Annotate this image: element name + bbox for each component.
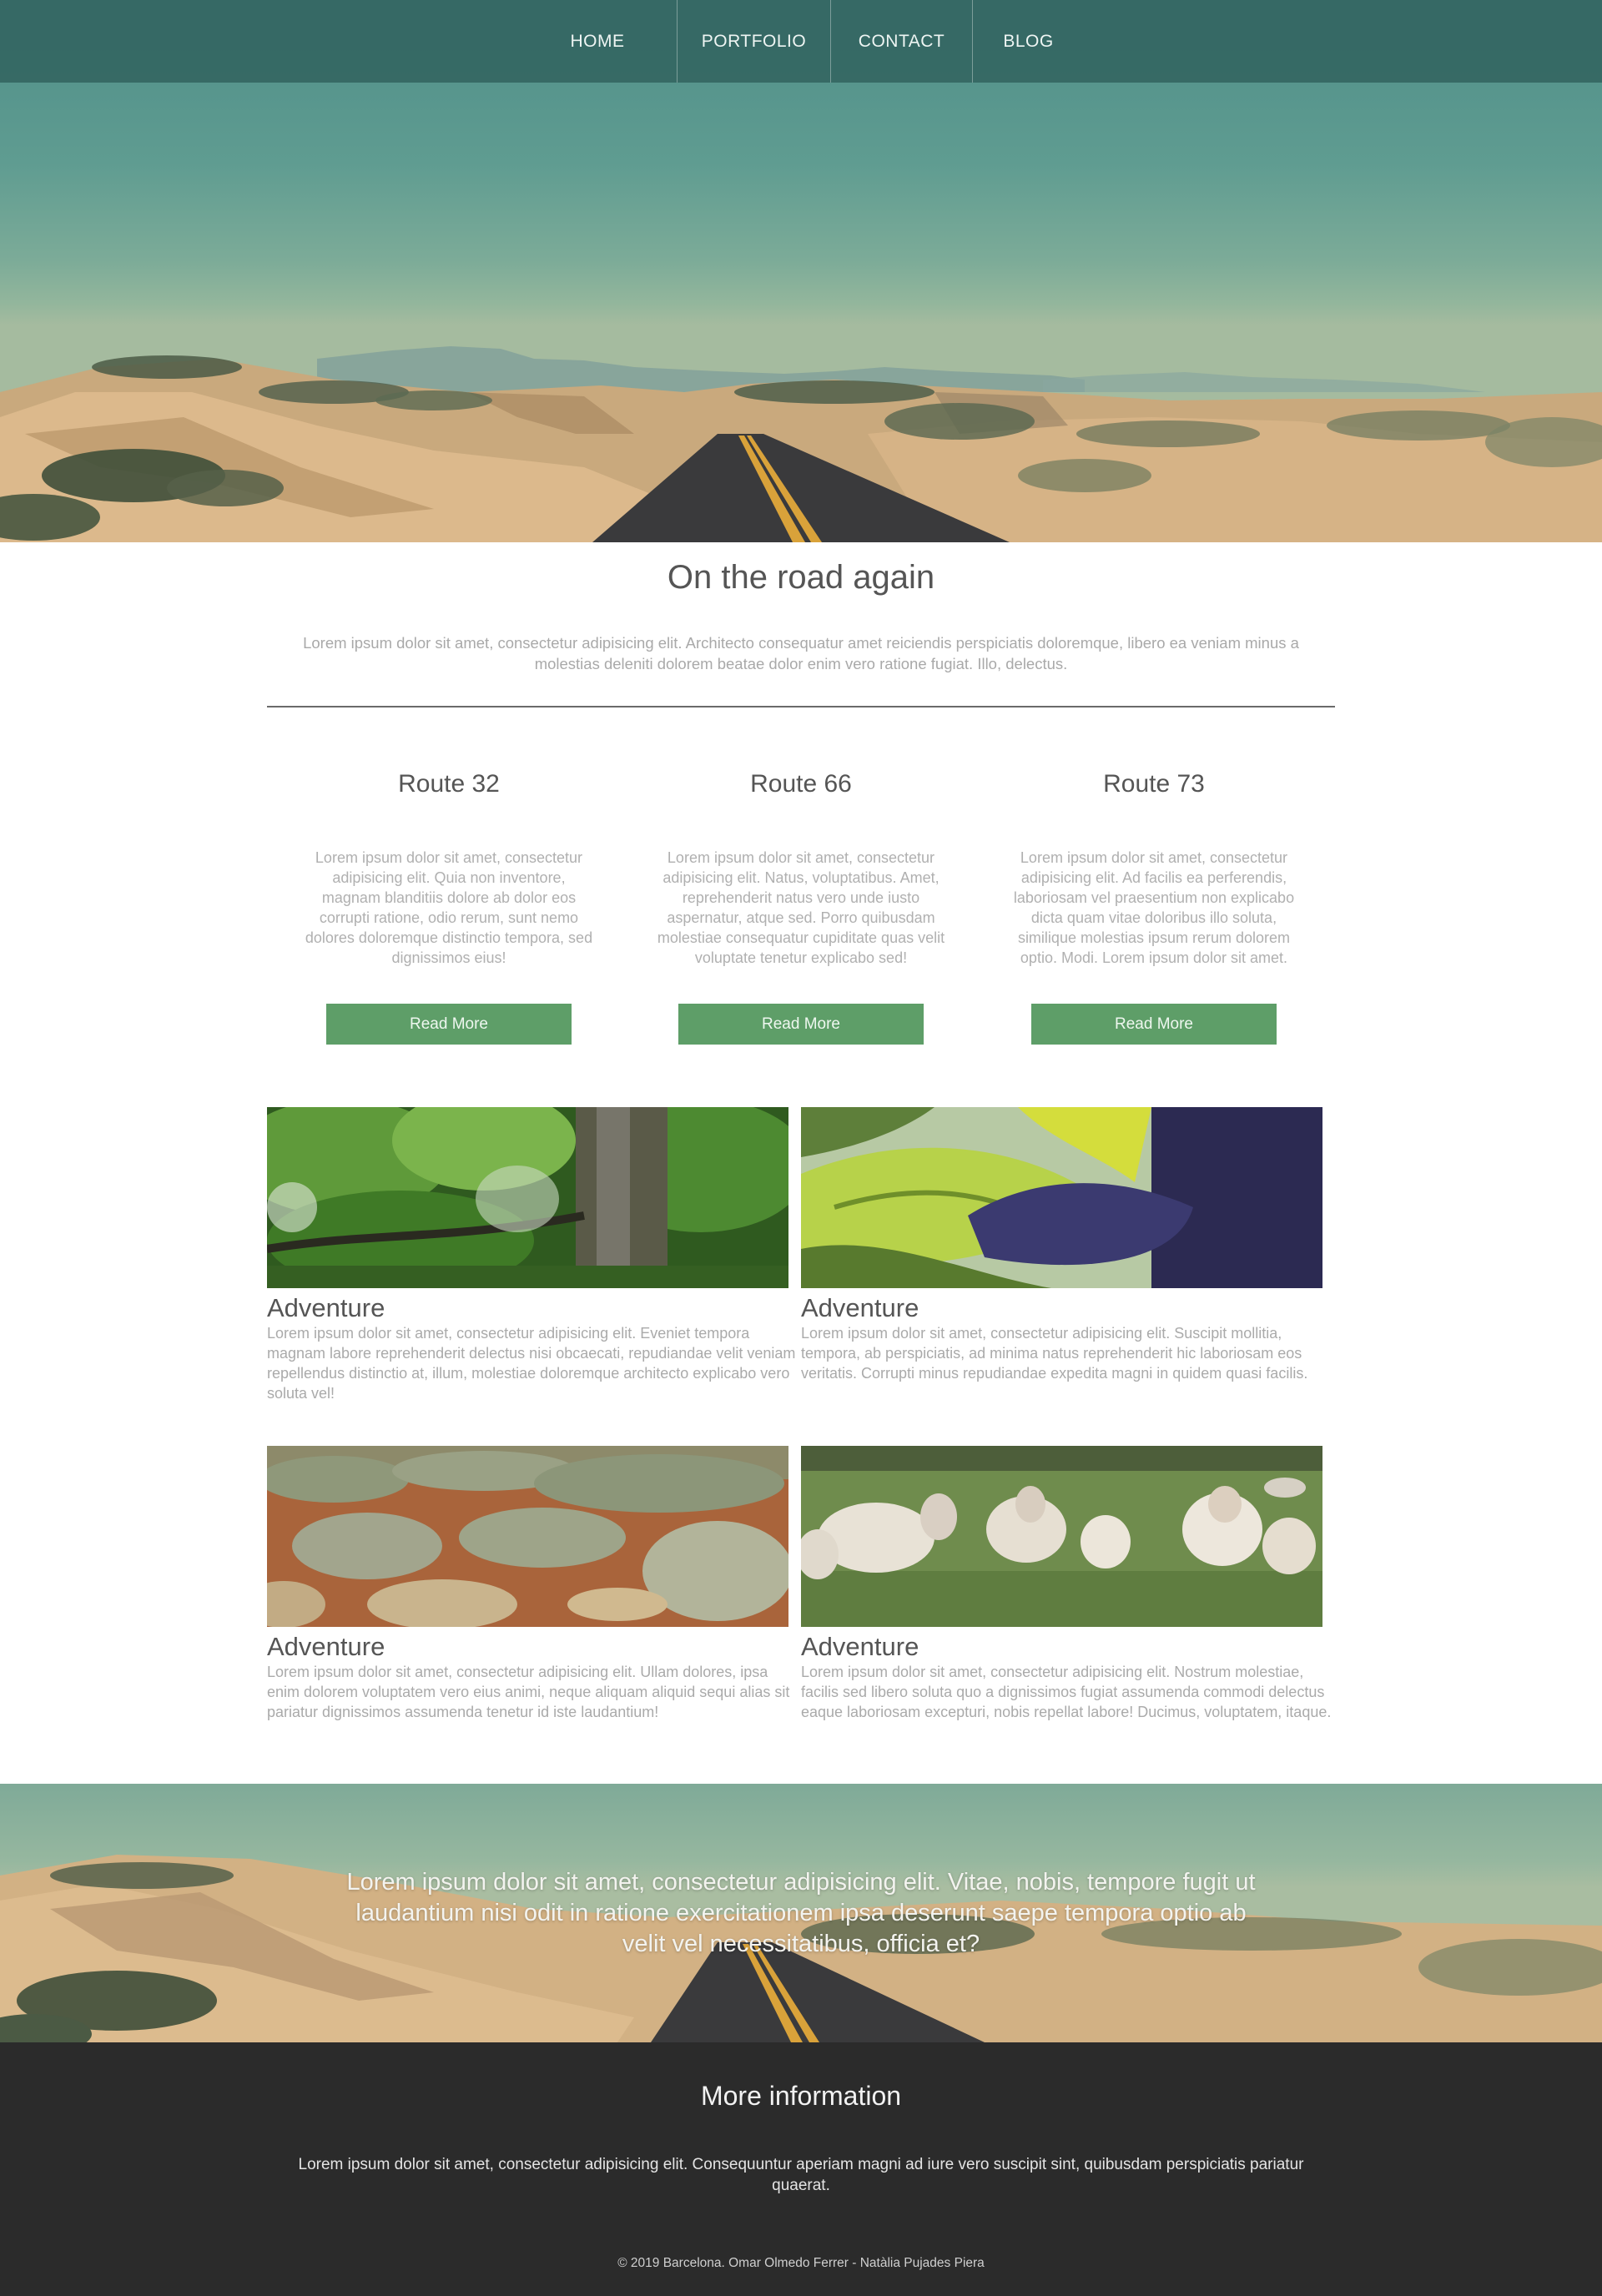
sheep-in-field-photo [801,1446,1322,1627]
intro-paragraph: Lorem ipsum dolor sit amet, consectetur … [303,634,1299,672]
footer-text: Lorem ipsum dolor sit amet, consectetur … [298,2156,1304,2194]
card-description: Lorem ipsum dolor sit amet, consectetur … [801,1664,1332,1720]
nav-contact-link[interactable]: CONTACT [830,0,972,83]
nav-blog-link[interactable]: BLOG [972,0,1084,83]
route-column-32: Route 32 Lorem ipsum dolor sit amet, con… [299,768,599,968]
section-divider [267,706,1335,707]
route-title: Route 32 [398,770,500,798]
footer: More information Lorem ipsum dolor sit a… [0,2042,1602,2296]
card-title: Adventure [801,1293,919,1322]
quote-banner: Lorem ipsum dolor sit amet, consectetur … [0,1784,1602,2042]
forest-trees-photo [267,1107,788,1288]
gallery-card: Adventure Lorem ipsum dolor sit amet, co… [801,1446,1335,1722]
card-description: Lorem ipsum dolor sit amet, consectetur … [267,1325,796,1402]
hero-image: HOME PORTFOLIO CONTACT BLOG [0,0,1602,542]
route-title: Route 73 [1103,770,1205,798]
card-title: Adventure [267,1293,385,1322]
gallery-card: Adventure Lorem ipsum dolor sit amet, co… [267,1446,801,1722]
page-title: On the road again [667,559,935,596]
card-description: Lorem ipsum dolor sit amet, consectetur … [801,1325,1308,1382]
route-column-66: Route 66 Lorem ipsum dolor sit amet, con… [651,768,951,968]
card-description: Lorem ipsum dolor sit amet, consectetur … [267,1664,790,1720]
gallery-card: Adventure Lorem ipsum dolor sit amet, co… [801,1107,1335,1383]
card-title: Adventure [801,1632,919,1661]
route-description: Lorem ipsum dolor sit amet, consectetur … [1013,849,1295,966]
read-more-button-route-73[interactable]: Read More [1031,1004,1277,1045]
read-more-button-route-66[interactable]: Read More [678,1004,924,1045]
copyright-text: © 2019 Barcelona. Omar Olmedo Ferrer - N… [617,2256,985,2270]
nav-home-link[interactable]: HOME [518,0,677,83]
route-title: Route 66 [750,770,852,798]
banner-quote-text: Lorem ipsum dolor sit amet, consectetur … [346,1869,1256,1957]
read-more-button-route-32[interactable]: Read More [326,1004,572,1045]
route-description: Lorem ipsum dolor sit amet, consectetur … [657,849,945,966]
footer-title: More information [700,2081,902,2111]
desert-shrubland-photo [267,1446,788,1627]
green-leaf-closeup-photo [801,1107,1322,1288]
gallery-card: Adventure Lorem ipsum dolor sit amet, co… [267,1107,801,1403]
nav-portfolio-link[interactable]: PORTFOLIO [677,0,830,83]
top-navigation: HOME PORTFOLIO CONTACT BLOG [0,0,1602,83]
route-description: Lorem ipsum dolor sit amet, consectetur … [305,849,593,966]
card-title: Adventure [267,1632,385,1661]
route-column-73: Route 73 Lorem ipsum dolor sit amet, con… [1004,768,1304,968]
